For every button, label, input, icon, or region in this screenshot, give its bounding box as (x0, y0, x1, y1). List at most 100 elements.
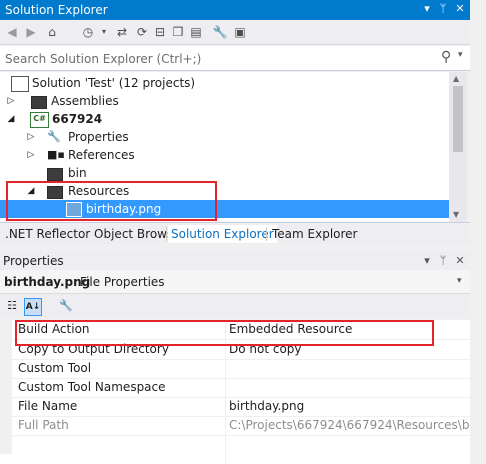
wrench-icon: 🔧 (47, 130, 61, 143)
close-icon[interactable]: ✕ (453, 2, 467, 16)
property-pages-wrench-icon[interactable]: 🔧 (58, 298, 74, 314)
collapse-all-icon[interactable]: ⊟ (152, 24, 168, 40)
folder-icon (31, 96, 47, 109)
solution-explorer-titlebar: Solution Explorer ▾ ᛘ ✕ (0, 0, 470, 20)
sync-icon[interactable]: ⇄ (114, 24, 130, 40)
row-gutter (0, 320, 12, 339)
tree-item-label: bin (68, 166, 87, 180)
alphabetical-icon[interactable]: A↓ (24, 298, 42, 316)
categorized-icon[interactable]: ☷ (4, 298, 20, 314)
tree-scrollbar[interactable]: ▲ ▼ (449, 72, 467, 222)
property-grid: Build Action Embedded Resource Copy to O… (0, 320, 486, 464)
back-icon[interactable]: ◀ (4, 24, 20, 40)
solution-explorer-title: Solution Explorer (5, 3, 108, 17)
property-row-custom-tool[interactable]: Custom Tool (0, 359, 470, 379)
tree-item-label: birthday.png (86, 202, 162, 216)
collapse-arrow-icon[interactable]: ◢ (26, 182, 36, 200)
close-icon[interactable]: ✕ (453, 254, 467, 268)
property-row-build-action[interactable]: Build Action Embedded Resource (0, 320, 470, 340)
tree-item-resources[interactable]: ◢ Resources (0, 182, 449, 200)
property-value[interactable]: Do not copy (229, 340, 302, 359)
folder-icon (47, 168, 63, 181)
tree-item-references[interactable]: ▷ ■▪ References (0, 146, 449, 164)
row-gutter (0, 340, 12, 359)
row-gutter (0, 359, 12, 378)
tree-item-solution[interactable]: Solution 'Test' (12 projects) (0, 74, 449, 92)
refresh-icon[interactable]: ⟳ (134, 24, 150, 40)
property-name: Build Action (18, 322, 90, 336)
properties-wrench-icon[interactable]: 🔧 (212, 24, 228, 40)
solution-explorer-toolbar: ◀ ▶ ⌂ ◷ ▾ ⇄ ⟳ ⊟ ❐ ▤ 🔧 ▣ (0, 20, 470, 45)
window-edge (470, 0, 486, 252)
property-row-copy-to-output[interactable]: Copy to Output Directory Do not copy (0, 340, 470, 360)
tree-item-label: Properties (68, 130, 129, 144)
preview-icon[interactable]: ▣ (232, 24, 248, 40)
property-row-file-name[interactable]: File Name birthday.png (0, 397, 470, 417)
search-icon[interactable]: ⚲ (441, 49, 451, 65)
scroll-up-icon[interactable]: ▲ (453, 74, 459, 83)
search-input[interactable] (2, 48, 437, 70)
row-gutter (0, 378, 12, 397)
solution-icon (11, 76, 29, 92)
object-selector[interactable]: birthday.png File Properties ▾ (0, 270, 470, 294)
pin-icon[interactable]: ᛘ (436, 254, 450, 268)
scroll-down-icon[interactable]: ▼ (453, 210, 459, 219)
property-name: Custom Tool Namespace (18, 380, 166, 394)
row-gutter (0, 416, 12, 435)
property-name: Full Path (18, 418, 69, 432)
expand-arrow-icon[interactable]: ▷ (26, 146, 36, 164)
tree-item-label: 667924 (52, 112, 103, 126)
copy-icon[interactable]: ▤ (188, 24, 204, 40)
property-value: C:\Projects\667924\667924\Resources\birt… (229, 418, 486, 432)
property-value[interactable]: Embedded Resource (229, 320, 352, 339)
home-icon[interactable]: ⌂ (44, 24, 60, 40)
tab-solution-explorer[interactable]: Solution Explorer (168, 225, 277, 243)
scrollbar-thumb[interactable] (453, 86, 463, 152)
properties-title: Properties (3, 254, 64, 268)
property-name: Custom Tool (18, 361, 92, 375)
properties-toolbar: ☷ A↓ 🔧 (0, 294, 470, 318)
search-bar: ⚲ ▾ (0, 46, 470, 71)
object-name: birthday.png (4, 275, 91, 289)
show-all-files-icon[interactable]: ❐ (170, 24, 186, 40)
tree-item-project-667924[interactable]: ◢ C# 667924 (0, 110, 449, 128)
tab-divider (166, 227, 167, 241)
pin-icon[interactable]: ᛘ (436, 2, 450, 16)
expand-arrow-icon[interactable]: ▷ (26, 128, 36, 146)
tab-reflector-object-browser[interactable]: .NET Reflector Object Browser (2, 225, 189, 243)
collapse-arrow-icon[interactable]: ◢ (6, 110, 16, 128)
properties-titlebar: Properties ▾ ᛘ ✕ (0, 252, 470, 270)
csharp-project-icon: C# (30, 112, 49, 128)
folder-open-icon (47, 186, 63, 199)
object-dropdown-icon[interactable]: ▾ (457, 276, 462, 286)
property-row-full-path[interactable]: Full Path C:\Projects\667924\667924\Reso… (0, 416, 486, 436)
window-menu-icon[interactable]: ▾ (420, 254, 434, 268)
row-gutter (0, 435, 12, 454)
tree-item-properties[interactable]: ▷ 🔧 Properties (0, 128, 449, 146)
property-name: File Name (18, 399, 78, 413)
expand-arrow-icon[interactable]: ▷ (6, 92, 16, 110)
tree-item-label: Resources (68, 184, 130, 198)
tree-item-birthday-png[interactable]: birthday.png (0, 200, 449, 218)
history-dropdown-icon[interactable]: ▾ (96, 24, 112, 40)
property-name: Copy to Output Directory (18, 342, 169, 356)
history-icon[interactable]: ◷ (80, 24, 96, 40)
object-type: File Properties (80, 275, 165, 289)
tab-divider (266, 227, 267, 241)
image-file-icon (66, 202, 82, 217)
tree-item-bin[interactable]: bin (0, 164, 449, 182)
tree-item-label: Solution 'Test' (12 projects) (32, 76, 196, 90)
search-options-dropdown-icon[interactable]: ▾ (458, 50, 463, 60)
tool-window-tabs: .NET Reflector Object Browser Solution E… (0, 222, 470, 244)
tree-item-label: Assemblies (51, 94, 119, 108)
property-value[interactable]: birthday.png (229, 397, 304, 416)
property-row-empty (0, 435, 470, 454)
properties-scrollbar[interactable] (470, 252, 486, 464)
forward-icon[interactable]: ▶ (23, 24, 39, 40)
solution-tree: Solution 'Test' (12 projects) ▷ Assembli… (0, 72, 449, 222)
window-menu-icon[interactable]: ▾ (420, 2, 434, 16)
tree-item-assemblies[interactable]: ▷ Assemblies (0, 92, 449, 110)
property-row-custom-tool-namespace[interactable]: Custom Tool Namespace (0, 378, 470, 398)
row-gutter (0, 397, 12, 416)
tab-team-explorer[interactable]: Team Explorer (269, 225, 361, 243)
